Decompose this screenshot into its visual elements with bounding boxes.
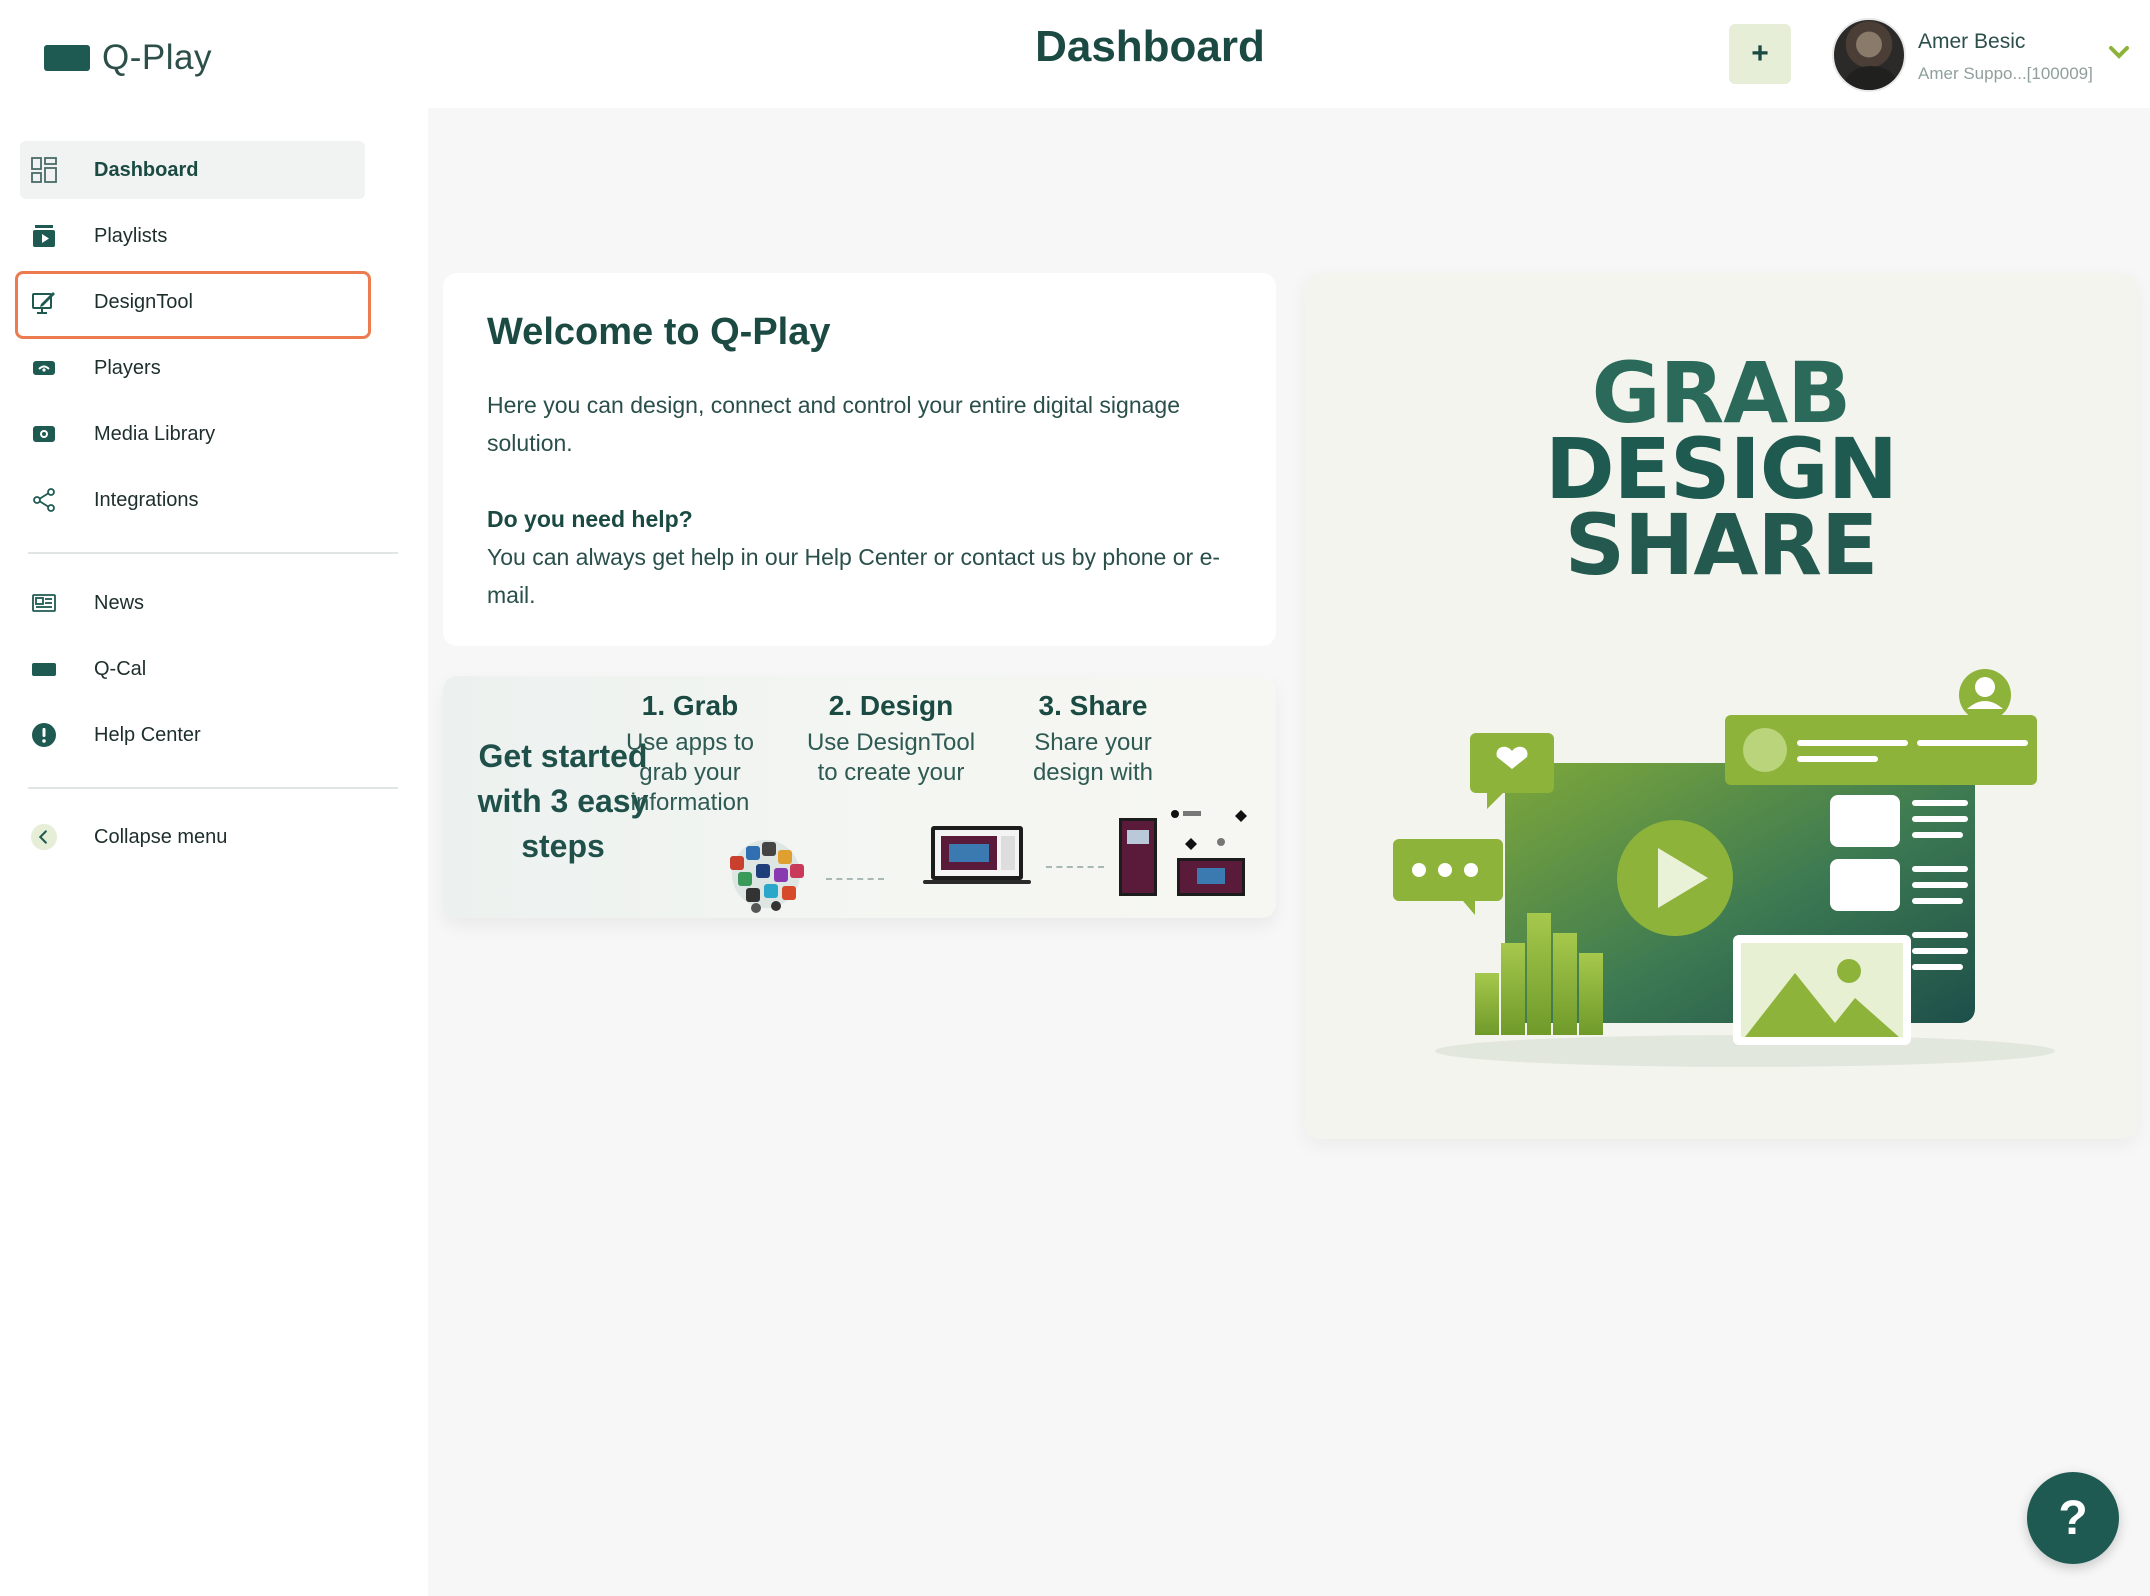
step-description: Use DesignTool to create your bbox=[806, 729, 976, 786]
media-library-icon bbox=[30, 420, 58, 448]
help-text: You can always get help in our Help Cent… bbox=[487, 544, 1221, 608]
dashboard-grid-icon bbox=[30, 156, 58, 184]
avatar[interactable] bbox=[1832, 18, 1906, 92]
calendar-icon bbox=[30, 655, 58, 683]
sidebar-item-label: DesignTool bbox=[94, 290, 193, 313]
sidebar-item-integrations[interactable]: Integrations bbox=[20, 471, 365, 529]
logo-mark-icon bbox=[44, 45, 90, 71]
step-share: 3. Share Share your design with bbox=[1008, 690, 1178, 788]
sidebar-item-label: Help Center bbox=[94, 723, 201, 746]
user-account[interactable]: Amer Suppo...[100009] bbox=[1918, 64, 2093, 84]
collapse-menu-button[interactable]: Collapse menu bbox=[20, 808, 365, 866]
sidebar-item-help-center[interactable]: Help Center bbox=[20, 706, 365, 764]
hero-headline: GRAB DESIGN SHARE bbox=[1305, 351, 2137, 594]
apps-cluster-illustration bbox=[730, 840, 804, 913]
add-button[interactable]: + bbox=[1729, 24, 1791, 84]
sidebar-item-q-cal[interactable]: Q-Cal bbox=[20, 640, 365, 698]
step-connector bbox=[826, 878, 884, 880]
sidebar-item-playlists[interactable]: Playlists bbox=[20, 207, 365, 265]
help-title: Do you need help? bbox=[487, 506, 693, 532]
sidebar-item-label: Q-Cal bbox=[94, 657, 147, 680]
step-description: Use apps to grab your information bbox=[625, 729, 755, 816]
sidebar-item-designtool[interactable]: DesignTool bbox=[20, 273, 365, 331]
design-tool-icon bbox=[30, 288, 58, 316]
chevron-down-icon[interactable] bbox=[2108, 44, 2130, 60]
sidebar-item-label: Playlists bbox=[94, 224, 168, 247]
sidebar-item-label: Players bbox=[94, 356, 161, 379]
share-nodes-icon bbox=[30, 486, 58, 514]
help-chat-button[interactable]: ? bbox=[2027, 1472, 2119, 1564]
hero-card: GRAB DESIGN SHARE bbox=[1305, 273, 2137, 1139]
step-title: 1. Grab bbox=[641, 690, 739, 721]
sidebar-item-dashboard[interactable]: Dashboard bbox=[20, 141, 365, 199]
sidebar-divider bbox=[28, 552, 398, 554]
playlist-icon bbox=[30, 222, 58, 250]
sidebar-divider bbox=[28, 787, 398, 789]
user-name[interactable]: Amer Besic bbox=[1918, 30, 2025, 54]
app-root: Q-Play Dashboard + Amer Besic Amer Suppo… bbox=[0, 0, 2150, 1596]
sidebar-item-label: Media Library bbox=[94, 422, 216, 445]
sidebar-item-label: Dashboard bbox=[94, 158, 199, 181]
welcome-title: Welcome to Q-Play bbox=[487, 311, 831, 353]
sidebar-item-label: Integrations bbox=[94, 488, 199, 511]
news-icon bbox=[30, 589, 58, 617]
player-icon bbox=[30, 354, 58, 382]
logo-text: Q-Play bbox=[102, 38, 212, 77]
welcome-intro: Here you can design, connect and control… bbox=[487, 392, 1180, 456]
laptop-illustration bbox=[923, 826, 1031, 884]
step-title: 2. Design bbox=[828, 690, 954, 721]
sidebar-item-label: Collapse menu bbox=[94, 825, 228, 848]
sidebar-item-media-library[interactable]: Media Library bbox=[20, 405, 365, 463]
sidebar-item-news[interactable]: News bbox=[20, 574, 365, 632]
step-title: 3. Share bbox=[1038, 690, 1148, 721]
step-grab: 1. Grab Use apps to grab your informatio… bbox=[605, 690, 775, 818]
get-started-card[interactable]: Get started with 3 easy steps 1. Grab Us… bbox=[443, 676, 1276, 918]
sidebar-item-players[interactable]: Players bbox=[20, 339, 365, 397]
hero-line-share: SHARE bbox=[1564, 496, 1879, 594]
exclamation-icon bbox=[30, 721, 58, 749]
devices-illustration bbox=[1119, 810, 1247, 896]
step-description: Share your design with bbox=[1032, 729, 1154, 786]
chevron-left-icon bbox=[30, 823, 58, 851]
sidebar-item-label: News bbox=[94, 591, 145, 614]
top-bar: Q-Play Dashboard + Amer Besic Amer Suppo… bbox=[0, 0, 2150, 108]
step-design: 2. Design Use DesignTool to create your bbox=[806, 690, 976, 788]
hero-illustration bbox=[1393, 669, 2055, 1067]
step-connector bbox=[1046, 866, 1104, 868]
page-title: Dashboard bbox=[1035, 22, 1265, 71]
logo[interactable]: Q-Play bbox=[44, 38, 212, 78]
welcome-card: Welcome to Q-Play Here you can design, c… bbox=[443, 273, 1276, 646]
